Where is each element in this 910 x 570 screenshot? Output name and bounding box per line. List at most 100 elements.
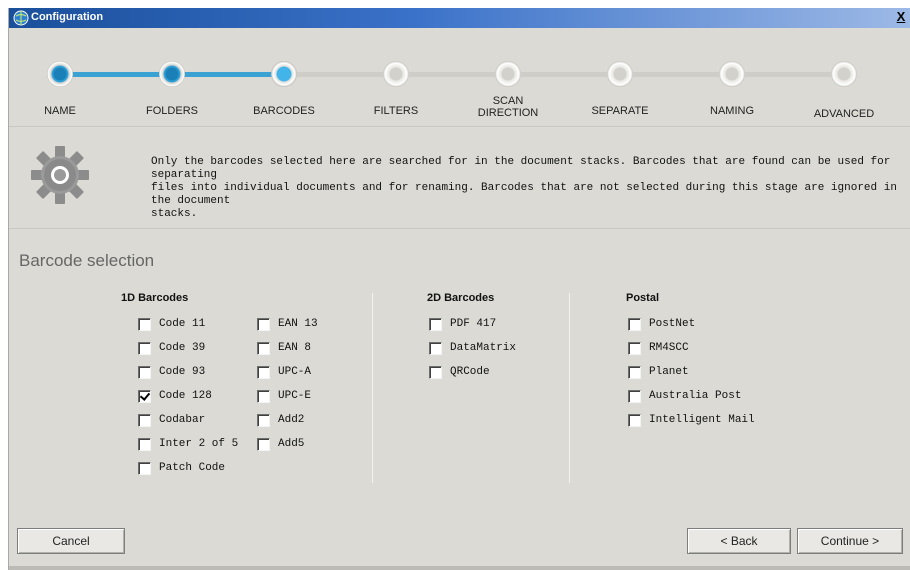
checkbox-box[interactable] [257, 317, 270, 331]
step-name-dot[interactable] [47, 61, 73, 87]
checkbox-box[interactable] [257, 341, 270, 355]
checkbox-label: Code 11 [159, 318, 206, 330]
step-advanced-label: ADVANCED [813, 108, 875, 120]
window-bottom-edge [9, 566, 910, 570]
checkbox-box[interactable] [138, 461, 151, 475]
checkbox-planet[interactable]: Planet [628, 364, 689, 380]
configuration-window: Configuration X NAME FOLDERS BARCODES FI… [8, 8, 910, 570]
column-separator [569, 293, 570, 483]
checkbox-label: UPC-E [278, 390, 312, 402]
group-title-1d: 1D Barcodes [121, 292, 189, 304]
checkbox-code-93[interactable]: Code 93 [138, 364, 205, 380]
checkbox-add2[interactable]: Add2 [257, 412, 304, 428]
step-naming-label: NAMING [710, 105, 754, 117]
checkbox-datamatrix[interactable]: DataMatrix [429, 340, 516, 356]
checkbox-label: EAN 8 [278, 342, 312, 354]
checkbox-box[interactable] [257, 413, 270, 427]
checkbox-box[interactable] [257, 365, 270, 379]
checkbox-label: UPC-A [278, 366, 312, 378]
cancel-button[interactable]: Cancel [17, 528, 125, 554]
checkbox-qrcode[interactable]: QRCode [429, 364, 490, 380]
step-connector [171, 72, 283, 77]
checkbox-label: PostNet [649, 318, 696, 330]
divider [9, 126, 910, 127]
section-title: Barcode selection [19, 251, 155, 270]
checkbox-code-11[interactable]: Code 11 [138, 316, 205, 332]
checkbox-codabar[interactable]: Codabar [138, 412, 205, 428]
wizard-steps: NAME FOLDERS BARCODES FILTERS SCAN DIREC… [9, 28, 910, 126]
step-barcodes-dot[interactable] [271, 61, 297, 87]
column-separator [372, 293, 373, 483]
step-barcodes-label: BARCODES [253, 105, 315, 117]
step-separate-label: SEPARATE [591, 105, 649, 117]
checkbox-box[interactable] [257, 437, 270, 451]
divider [9, 228, 910, 229]
group-title-2d: 2D Barcodes [427, 292, 495, 304]
group-title-postal: Postal [626, 292, 660, 304]
checkbox-box[interactable] [138, 437, 151, 451]
close-button[interactable]: X [893, 10, 909, 26]
back-button[interactable]: < Back [687, 528, 791, 554]
checkbox-upc-e[interactable]: UPC-E [257, 388, 311, 404]
checkbox-label: Intelligent Mail [649, 414, 755, 426]
checkbox-postnet[interactable]: PostNet [628, 316, 695, 332]
checkbox-label: Planet [649, 366, 689, 378]
checkbox-box[interactable] [628, 413, 641, 427]
checkbox-label: Codabar [159, 414, 206, 426]
checkbox-rm4scc[interactable]: RM4SCC [628, 340, 689, 356]
window-title: Configuration [31, 11, 104, 23]
checkbox-box[interactable] [628, 365, 641, 379]
checkbox-intelligent-mail[interactable]: Intelligent Mail [628, 412, 755, 428]
step-advanced-dot [831, 61, 857, 87]
step-filters-label: FILTERS [373, 105, 419, 117]
checkbox-code-128[interactable]: Code 128 [138, 388, 212, 404]
checkbox-label: EAN 13 [278, 318, 318, 330]
checkbox-ean-13[interactable]: EAN 13 [257, 316, 318, 332]
checkbox-label: Add2 [278, 414, 305, 426]
checkbox-ean-8[interactable]: EAN 8 [257, 340, 311, 356]
checkbox-label: DataMatrix [450, 342, 517, 354]
checkbox-label: Patch Code [159, 462, 226, 474]
checkbox-label: Code 93 [159, 366, 206, 378]
checkbox-box[interactable] [138, 341, 151, 355]
checkbox-box[interactable] [628, 317, 641, 331]
checkbox-label: Inter 2 of 5 [159, 438, 239, 450]
checkbox-label: Code 39 [159, 342, 206, 354]
step-folders-label: FOLDERS [146, 105, 198, 117]
checkbox-box[interactable] [628, 389, 641, 403]
checkbox-box[interactable] [138, 413, 151, 427]
checkbox-patch-code[interactable]: Patch Code [138, 460, 225, 476]
checkbox-box[interactable] [257, 389, 270, 403]
step-scan-direction-dot [495, 61, 521, 87]
checkbox-box[interactable] [429, 341, 442, 355]
checkbox-code-39[interactable]: Code 39 [138, 340, 205, 356]
checkbox-label: RM4SCC [649, 342, 689, 354]
checkbox-box[interactable] [138, 365, 151, 379]
checkbox-label: Australia Post [649, 390, 742, 402]
step-separate-dot [607, 61, 633, 87]
checkbox-box[interactable] [138, 317, 151, 331]
checkbox-box[interactable] [628, 341, 641, 355]
checkbox-box[interactable] [429, 317, 442, 331]
checkbox-add5[interactable]: Add5 [257, 436, 304, 452]
step-scan-direction-label: SCAN DIRECTION [477, 95, 539, 119]
checkbox-pdf-417[interactable]: PDF 417 [429, 316, 496, 332]
continue-button[interactable]: Continue > [797, 528, 903, 554]
step-filters-dot [383, 61, 409, 87]
step-name-label: NAME [44, 105, 76, 117]
checkbox-upc-a[interactable]: UPC-A [257, 364, 311, 380]
checkbox-label: Code 128 [159, 390, 212, 402]
app-globe-icon [13, 10, 29, 26]
checkbox-box[interactable] [429, 365, 442, 379]
gear-icon [29, 144, 91, 206]
step-connector [283, 72, 843, 77]
step-folders-dot[interactable] [159, 61, 185, 87]
checkbox-label: Add5 [278, 438, 305, 450]
checkbox-inter-2-of-5[interactable]: Inter 2 of 5 [138, 436, 238, 452]
checkbox-box[interactable] [138, 389, 151, 403]
checkbox-australia-post[interactable]: Australia Post [628, 388, 741, 404]
info-description: Only the barcodes selected here are sear… [151, 156, 897, 220]
checkbox-label: PDF 417 [450, 318, 497, 330]
step-connector [59, 72, 171, 77]
step-naming-dot [719, 61, 745, 87]
